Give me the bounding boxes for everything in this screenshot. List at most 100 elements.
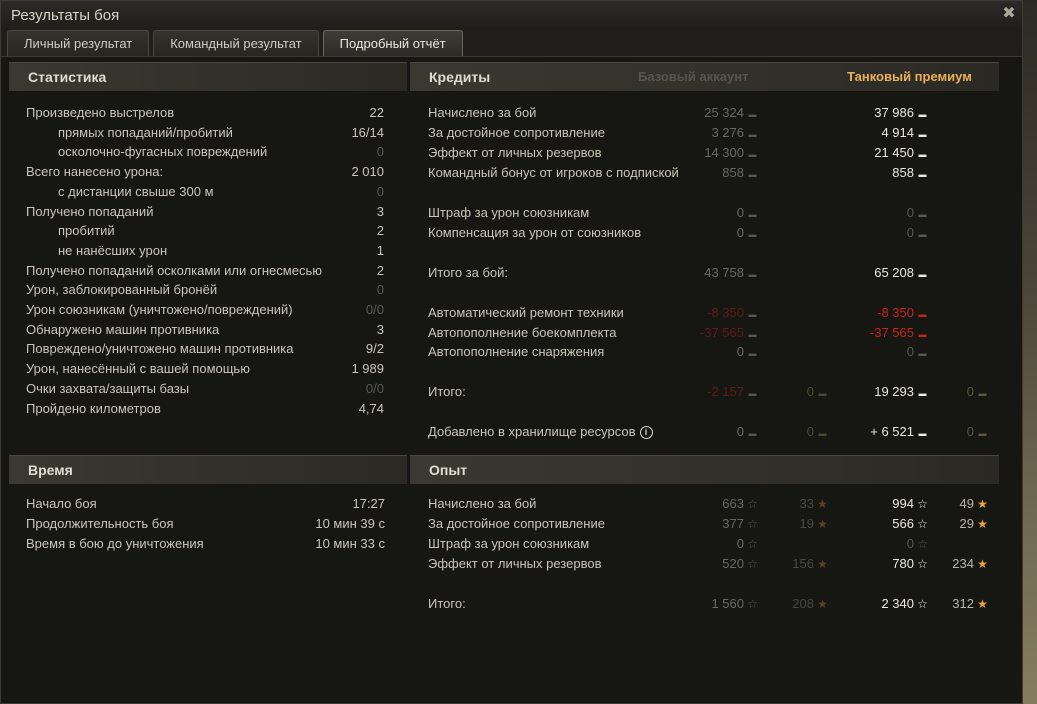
basic-free-xp-value: 208	[758, 594, 828, 616]
premium-xp-value: 2 340	[828, 594, 928, 616]
basic-credits-value: -8 350	[658, 303, 758, 325]
stat-value: 0/0	[365, 302, 384, 317]
premium-xp-value: 780	[828, 554, 928, 576]
basic-free-xp-value: 156	[758, 554, 828, 576]
title-bar[interactable]: Результаты боя ✖	[1, 1, 1022, 29]
basic-xp-value: 663	[658, 494, 758, 516]
credits-icon	[747, 105, 758, 125]
premium-credits-amount: 0	[906, 225, 914, 240]
tank-premium-column-header: Танковый премиум	[847, 69, 972, 84]
basic-credits-amount: 858	[722, 165, 744, 180]
credit-row: Итого за бой: 43 758 65 208	[428, 263, 988, 283]
stat-label: Очки захвата/защиты базы	[26, 380, 190, 396]
basic-free-xp-value: 33	[758, 494, 828, 516]
experience-row: Начислено за бой 663 33 994 49	[428, 494, 988, 514]
premium-credits-value: 0	[828, 203, 928, 225]
xp-star-icon	[747, 514, 758, 536]
credit-row: Автопополнение боекомплекта -37 565 -37 56…	[428, 323, 988, 343]
basic-xp-amount: 0	[736, 536, 744, 551]
credit-label: Компенсация за урон от союзников	[428, 225, 642, 240]
stat-value: 0	[376, 282, 384, 298]
stat-value: 3	[376, 321, 384, 337]
stat-label: Всего нанесено урона:	[26, 164, 164, 180]
time-header: Время	[9, 455, 407, 484]
basic-credits-amount: -2 157	[707, 384, 744, 399]
stat-row: Произведено выстрелов 22	[26, 103, 386, 123]
basic-credits-amount: 43 758	[704, 265, 744, 280]
credit-row: Компенсация за урон от союзников 0 0	[428, 223, 988, 243]
tab-detailed-report[interactable]: Подробный отчёт	[322, 30, 463, 56]
time-value: 10 мин 39 с	[315, 516, 385, 531]
stat-row: Урон, нанесённый с вашей помощью 1 989	[26, 359, 386, 379]
tab-team-result[interactable]: Командный результат	[153, 30, 319, 56]
premium-credits-value: + 6 521	[828, 422, 928, 444]
time-label: Продолжительность боя	[26, 516, 174, 531]
stat-row: Получено попаданий 3	[26, 202, 386, 222]
basic-credits-amount: -37 565	[699, 325, 744, 340]
premium-credits-amount: 37 986	[874, 105, 914, 120]
time-title: Время	[28, 462, 73, 478]
time-row: Продолжительность боя 10 мин 39 с	[26, 514, 386, 534]
close-icon[interactable]: ✖	[1000, 4, 1018, 22]
stat-value: 1	[376, 242, 384, 258]
premium-credits-amount: 19 293	[874, 384, 914, 399]
time-value: 10 мин 33 с	[315, 536, 385, 551]
battle-results-window: Результаты боя ✖ Личный результат Команд…	[0, 0, 1023, 704]
free-xp-star-icon	[817, 514, 828, 536]
free-xp-star-icon	[977, 494, 988, 516]
statistics-panel: Статистика Произведено выстрелов 22 прямых…	[9, 62, 407, 442]
basic-xp-value: 1 560	[658, 594, 758, 616]
experience-label: Начислено за бой	[428, 496, 537, 511]
tab-personal-result[interactable]: Личный результат	[7, 30, 150, 56]
credits-icon	[917, 225, 928, 245]
credit-row: Итого: -2 157 19 293 0 0	[428, 382, 988, 402]
premium-xp-value: 566	[828, 514, 928, 536]
stat-label: Произведено выстрелов	[26, 105, 175, 120]
premium-gold-amount: 0	[966, 424, 974, 439]
premium-credits-amount: -8 350	[877, 305, 914, 320]
premium-credits-value: 0	[828, 223, 928, 245]
premium-gold-amount: 0	[966, 384, 974, 399]
credit-row: Эффект от личных резервов 14 300 21 450	[428, 143, 988, 163]
xp-star-icon	[747, 534, 758, 556]
basic-credits-amount: 0	[736, 424, 744, 439]
basic-credits-value: 14 300	[658, 143, 758, 165]
gold-icon	[817, 384, 828, 404]
credit-label: Итого:	[428, 384, 466, 399]
credits-icon	[747, 165, 758, 185]
basic-free-xp-amount: 19	[799, 516, 814, 531]
credit-label: Автопополнение снаряжения	[428, 344, 605, 359]
free-xp-star-icon	[977, 514, 988, 536]
stat-label: Урон союзникам (уничтожено/повреждений)	[26, 302, 293, 317]
time-row: Начало боя 17:27	[26, 494, 386, 514]
credits-header: Кредиты Базовый аккаунт Танковый премиум	[410, 62, 999, 91]
basic-credits-amount: 25 324	[704, 105, 744, 120]
time-panel: Время Начало боя 17:27 Продолжительность б…	[9, 455, 407, 575]
stat-value: 0/0	[365, 380, 384, 396]
credits-icon	[747, 305, 758, 325]
stat-row: Повреждено/уничтожено машин противника 9/…	[26, 339, 386, 359]
premium-credits-value: 19 293	[828, 382, 928, 404]
premium-credits-value: 858	[828, 163, 928, 185]
credit-label: Эффект от личных резервов	[428, 145, 602, 160]
xp-star-icon	[917, 534, 928, 556]
basic-credits-amount: -8 350	[707, 305, 744, 320]
stat-label: Обнаружено машин противника	[26, 321, 220, 337]
stat-row: с дистанции свыше 300 м 0	[26, 182, 386, 202]
report-content: Статистика Произведено выстрелов 22 прямых…	[1, 56, 1022, 703]
gold-icon	[977, 384, 988, 404]
basic-credits-amount: 0	[736, 344, 744, 359]
premium-credits-value: -8 350	[828, 303, 928, 325]
credits-icon	[917, 305, 928, 325]
premium-free-xp-amount: 29	[959, 516, 974, 531]
xp-star-icon	[747, 594, 758, 616]
premium-free-xp-amount: 312	[952, 596, 974, 611]
credits-icon	[747, 265, 758, 285]
premium-xp-amount: 780	[892, 556, 914, 571]
statistics-title: Статистика	[28, 69, 107, 85]
info-icon[interactable]: i	[639, 426, 653, 440]
premium-credits-value: 21 450	[828, 143, 928, 165]
credits-icon	[917, 344, 928, 364]
premium-credits-amount: 4 914	[881, 125, 914, 140]
premium-credits-amount: 0	[906, 344, 914, 359]
